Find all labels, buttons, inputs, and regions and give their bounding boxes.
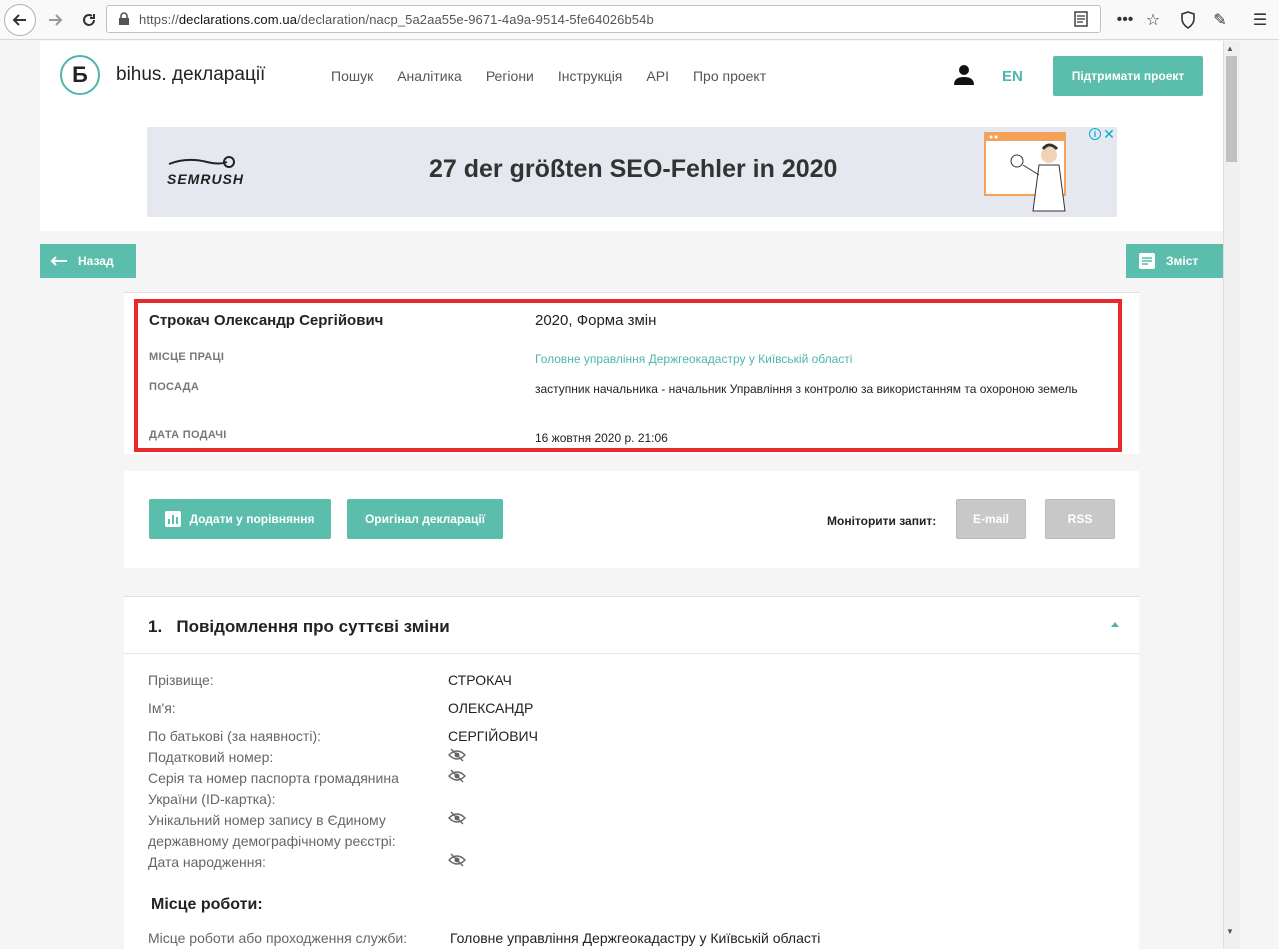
add-to-compare-label: Додати у порівняння (189, 512, 315, 526)
bookmark-star-icon[interactable]: ☆ (1141, 8, 1165, 32)
workplace-subheading: Місце роботи: (151, 896, 263, 913)
url-text: https://declarations.com.ua/declaration/… (139, 11, 654, 27)
declarant-name: Строкач Олександр Сергійович (149, 312, 384, 329)
reader-view-icon[interactable] (1074, 11, 1090, 27)
site-name[interactable]: bihus. декларації (116, 64, 265, 86)
contents-button-label: Зміст (1166, 254, 1199, 268)
hidden-eye-icon (448, 853, 466, 867)
browser-forward-icon[interactable] (40, 5, 70, 35)
nav-search[interactable]: Пошук (331, 68, 373, 84)
collapse-caret-icon[interactable] (1111, 622, 1119, 627)
browser-back-icon[interactable] (4, 3, 36, 36)
shield-icon[interactable] (1176, 8, 1200, 32)
semrush-flame-icon (168, 156, 235, 168)
section-header[interactable]: 1. Повідомлення про суттєві зміни (124, 597, 1139, 654)
scrollbar[interactable] (1223, 41, 1240, 949)
declaration-summary: Строкач Олександр Сергійович 2020, Форма… (124, 292, 1139, 454)
lock-icon (117, 12, 131, 26)
scroll-down-arrow-icon[interactable]: ▼ (1226, 927, 1234, 936)
document-icon (1139, 253, 1155, 269)
ad-illustration (984, 132, 1066, 212)
support-project-button[interactable]: Підтримати проект (1053, 56, 1203, 96)
original-declaration-button[interactable]: Оригінал декларації (347, 499, 503, 539)
position-label: ПОСАДА (149, 381, 200, 393)
row-patronymic-label: По батькові (за наявності): (148, 728, 322, 744)
ad-banner[interactable]: SEMRUSH 27 der größten SEO-Fehler in 202… (147, 127, 1117, 217)
monitor-label: Моніторити запит: (827, 514, 937, 528)
date-label: ДАТА ПОДАЧІ (149, 429, 227, 441)
browser-reload-icon[interactable] (74, 5, 104, 35)
address-bar[interactable]: https://declarations.com.ua/declaration/… (106, 5, 1101, 33)
scrollbar-thumb[interactable] (1226, 56, 1237, 162)
back-button-label: Назад (78, 254, 114, 268)
window-edge (1240, 41, 1279, 949)
contents-button[interactable]: Зміст (1126, 244, 1223, 278)
site-header: Ƃ bihus. декларації Пошук Аналітика Регі… (40, 41, 1223, 231)
row-workplace-label: Місце роботи або проходження служби: (148, 930, 408, 946)
user-icon[interactable] (953, 64, 975, 86)
page-content: Ƃ bihus. декларації Пошук Аналітика Регі… (40, 41, 1223, 949)
row-name-value: ОЛЕКСАНДР (448, 700, 534, 716)
actions-panel: Додати у порівняння Оригінал декларації … (124, 471, 1139, 568)
row-surname-value: СТРОКАЧ (448, 672, 512, 688)
hidden-eye-icon (448, 811, 466, 825)
date-value: 16 жовтня 2020 р. 21:06 (535, 431, 668, 445)
rss-button[interactable]: RSS (1045, 499, 1115, 539)
back-button[interactable]: Назад (40, 244, 136, 278)
declaration-title: 2020, Форма змін (535, 312, 657, 329)
browser-toolbar: https://declarations.com.ua/declaration/… (0, 0, 1279, 40)
row-passport-label: Серія та номер паспорта громадянина Укра… (148, 770, 399, 807)
hidden-eye-icon (448, 748, 466, 762)
row-tax-number-label: Податковий номер: (148, 749, 274, 765)
nav-about[interactable]: Про проект (693, 68, 766, 84)
ad-headline: 27 der größten SEO-Fehler in 2020 (429, 155, 838, 183)
row-birthdate-label: Дата народження: (148, 854, 266, 870)
extension-icon[interactable]: ✎ (1208, 8, 1232, 32)
ad-brand-logo: SEMRUSH (167, 155, 244, 187)
main-nav: Пошук Аналітика Регіони Інструкція API П… (331, 68, 766, 84)
logo-letter: Ƃ (72, 62, 88, 87)
section-significant-changes: 1. Повідомлення про суттєві зміни Прізви… (124, 596, 1139, 949)
row-name-label: Ім'я: (148, 700, 176, 716)
scroll-up-arrow-icon[interactable]: ▲ (1226, 44, 1234, 53)
workplace-link[interactable]: Головне управління Держгеокадастру у Киї… (535, 350, 1115, 368)
row-patronymic-value: СЕРГІЙОВИЧ (448, 728, 538, 744)
workplace-label: МІСЦЕ ПРАЦІ (149, 351, 225, 363)
nav-regions[interactable]: Регіони (486, 68, 534, 84)
nav-instructions[interactable]: Інструкція (558, 68, 623, 84)
section-title: 1. Повідомлення про суттєві зміни (148, 617, 450, 636)
position-value: заступник начальника - начальник Управлі… (535, 382, 1078, 396)
menu-icon[interactable]: ☰ (1248, 8, 1272, 32)
hidden-eye-icon (448, 769, 466, 783)
ad-close-icon[interactable]: ✕ (1102, 127, 1116, 141)
nav-api[interactable]: API (646, 68, 669, 84)
row-surname-label: Прізвище: (148, 672, 214, 688)
row-workplace-value: Головне управління Держгеокадастру у Киї… (450, 930, 821, 946)
row-registry-label: Унікальний номер запису в Єдиному держав… (148, 812, 396, 849)
ad-info-icon[interactable]: i (1089, 128, 1101, 140)
nav-analytics[interactable]: Аналітика (397, 68, 462, 84)
email-button[interactable]: E-mail (956, 499, 1026, 539)
page-actions-icon[interactable]: ••• (1113, 8, 1137, 32)
bar-chart-icon (165, 511, 182, 527)
language-switch[interactable]: EN (1002, 68, 1023, 85)
add-to-compare-button[interactable]: Додати у порівняння (149, 499, 331, 539)
site-logo[interactable]: Ƃ (60, 55, 100, 95)
arrow-left-icon (50, 256, 67, 266)
